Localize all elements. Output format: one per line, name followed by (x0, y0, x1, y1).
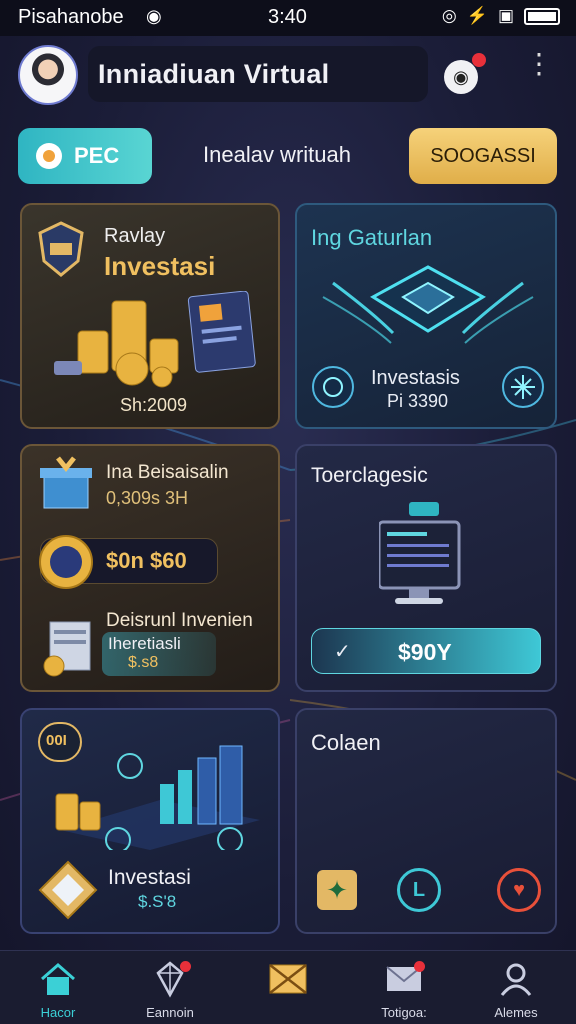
gold-coin-icon (39, 535, 93, 589)
nav-totigoa-badge (414, 961, 425, 972)
card3-amount: $0n $60 (106, 548, 187, 573)
card2-subtitle: Investasis (371, 367, 460, 389)
nav-item-center[interactable] (238, 959, 338, 1005)
tab-soogassi-label: SOOGASSI (430, 144, 536, 167)
orb-icon-left (312, 366, 354, 408)
computer-monitor-icon (379, 502, 461, 604)
avatar[interactable] (18, 45, 78, 105)
heart-action-icon[interactable]: ♥ (497, 868, 541, 912)
coins-and-book-illustration (54, 291, 256, 388)
settings-icon: ◎ (441, 6, 457, 25)
orb-icon-right (502, 366, 544, 408)
card3-item-sub: Iheretiasli (108, 634, 181, 653)
tab-center[interactable]: Inealav writuah (203, 142, 351, 168)
card4-button-label: $90Y (398, 639, 452, 665)
card1-value: Sh:2009 (120, 395, 188, 415)
app-header: Inniadiuan Virtual ◉ ⋮ (18, 42, 558, 108)
status-wifi-icon: ◉ (146, 6, 162, 26)
nav-label-alemes: Alemes (494, 1005, 538, 1020)
card3-title: Ina Beisaisalin (106, 462, 229, 483)
battery-icon (524, 7, 560, 25)
card3-item-title: Deisrunl Invenien (106, 610, 253, 631)
nav-item-eannoin[interactable]: Eannoin (120, 959, 220, 1020)
signal-icon: ⚡ (466, 6, 488, 25)
notification-bell-icon[interactable]: ◉ (444, 60, 478, 94)
investment-card-colaen[interactable]: Colaen ✦ L ♥ (295, 708, 557, 934)
more-menu-icon[interactable]: ⋮ (525, 50, 553, 78)
card1-title: Investasi (104, 251, 216, 281)
check-icon: ✓ (334, 641, 351, 663)
tab-soogassi[interactable]: SOOGASSI (409, 128, 557, 184)
tab-pec[interactable]: PEC (18, 128, 152, 184)
target-action-icon[interactable]: L (397, 868, 441, 912)
nav-label-totigoa: Totigoa: (381, 1005, 427, 1020)
nav-item-home[interactable]: Hacor (8, 959, 108, 1020)
home-icon (41, 963, 75, 995)
diamond-badge-icon (38, 860, 98, 920)
nav-label-eannoin: Eannoin (146, 1005, 194, 1020)
investment-card-ravlay[interactable]: Ravlay Investasi Sh:2009 (20, 203, 280, 429)
user-icon (500, 963, 532, 996)
nav-item-alemes[interactable]: Alemes (466, 959, 566, 1020)
bottom-navigation: Hacor Eannoin Totigoa: Alemes (0, 950, 576, 1024)
investment-card-toerclagesic[interactable]: Toerclagesic ✓ $90Y (295, 444, 557, 692)
card4-title: Toerclagesic (311, 464, 428, 487)
status-time: 3:40 (268, 6, 307, 28)
card2-value: Pi 3390 (387, 391, 449, 411)
investment-card-gaturlan[interactable]: Ing Gaturlan Investasis Pi 3390 (295, 203, 557, 429)
leaf-action-icon[interactable]: ✦ (317, 870, 357, 910)
card2-title: Ing Gaturlan (311, 225, 433, 250)
status-icons: ◎ ⚡ ▣ (442, 6, 560, 26)
envelope-gold-icon (269, 964, 307, 994)
growth-chart-illustration (55, 745, 260, 850)
status-carrier: Pisahanobe (18, 6, 124, 28)
gift-box-icon (40, 456, 92, 509)
nav-eannoin-badge (180, 961, 191, 972)
card6-title: Colaen (311, 730, 381, 755)
nav-item-totigoa[interactable]: Totigoa: (354, 959, 454, 1020)
chip-wings-illustration (322, 265, 534, 344)
card1-kicker: Ravlay (104, 225, 166, 247)
shield-badge-icon (38, 221, 84, 277)
investment-card-chart[interactable]: 00I Investasi $.S'8 (20, 708, 280, 934)
status-bar: Pisahanobe ◉ 3:40 ◎ ⚡ ▣ (0, 0, 576, 36)
tab-pec-label: PEC (74, 143, 120, 168)
nav-label-home: Hacor (40, 1005, 76, 1020)
card4-action-button[interactable]: ✓ $90Y (311, 628, 541, 674)
vibrate-icon: ▣ (497, 6, 514, 25)
card3-item-value: $.s8 (128, 654, 159, 671)
app-title: Inniadiuan Virtual (98, 59, 330, 89)
card5-title: Investasi (108, 866, 191, 889)
card5-value: $.S'8 (138, 892, 177, 911)
notification-dot (472, 53, 486, 67)
coin-icon (36, 143, 62, 169)
investment-card-beisaisalin[interactable]: Ina Beisaisalin 0,309s 3H $0n $60 Deisru… (20, 444, 280, 692)
server-rack-icon (43, 621, 91, 677)
card3-subvalue: 0,309s 3H (106, 488, 189, 508)
